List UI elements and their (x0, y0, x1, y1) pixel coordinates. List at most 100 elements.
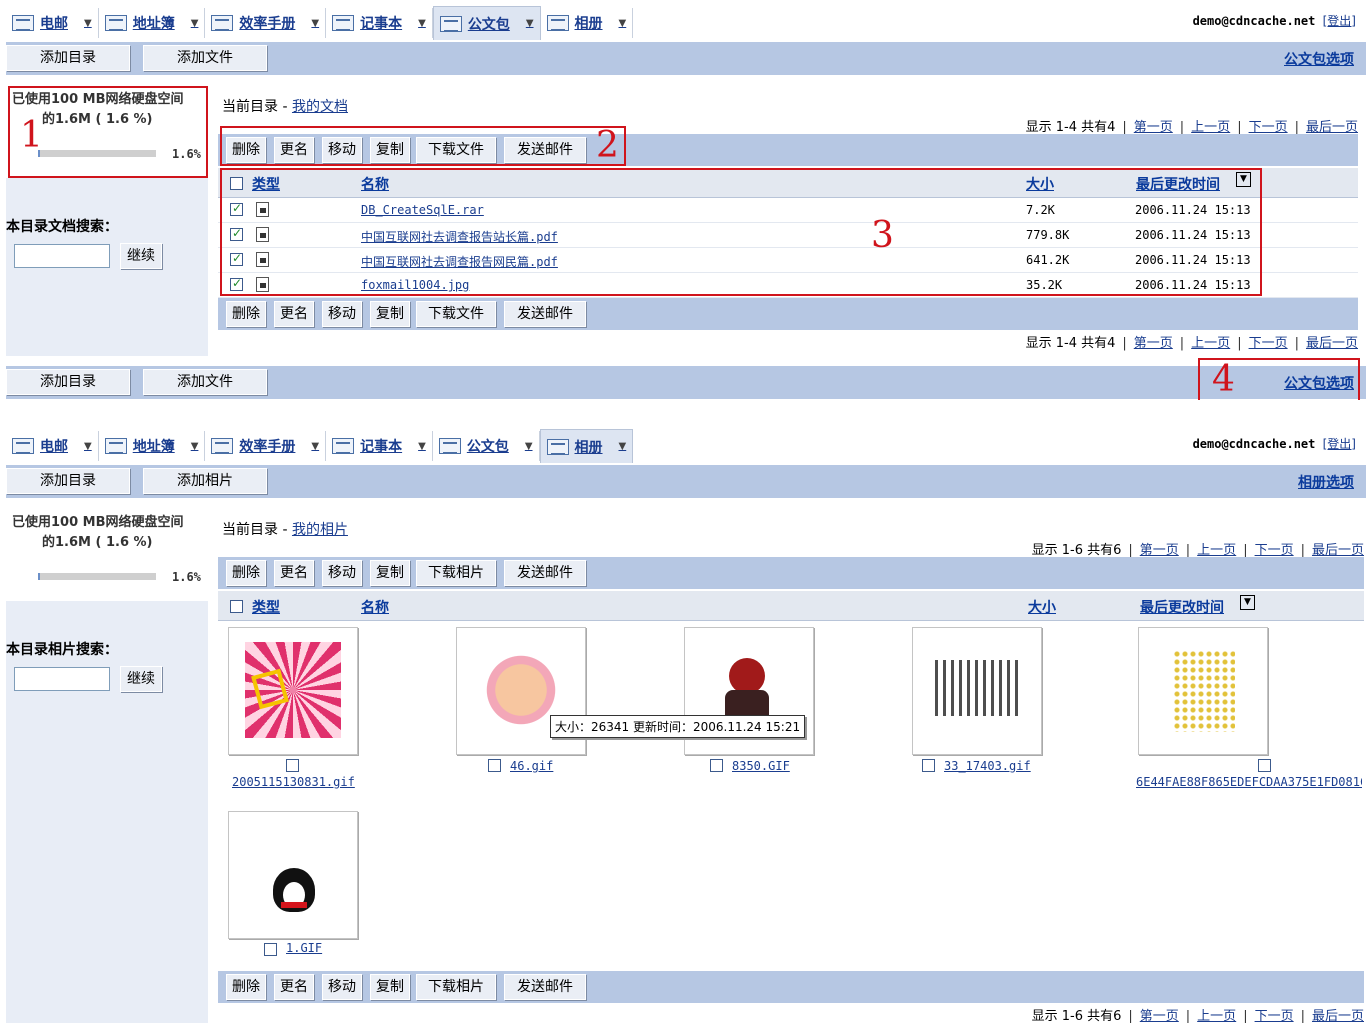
download-photo-button[interactable]: 下载相片 (416, 974, 496, 1000)
next-page-link[interactable]: 下一页 (1255, 543, 1294, 558)
search-input[interactable] (14, 244, 110, 268)
photo-name-link[interactable]: 33_17403.gif (944, 759, 1031, 773)
last-page-link[interactable]: 最后一页 (1312, 543, 1364, 558)
first-page-link[interactable]: 第一页 (1134, 120, 1173, 135)
tab-briefcase[interactable]: 公文包 ▼ (432, 6, 541, 40)
last-page-link[interactable]: 最后一页 (1306, 336, 1358, 351)
add-folder-button[interactable]: 添加目录 (6, 468, 130, 494)
add-folder-button[interactable]: 添加目录 (6, 45, 130, 71)
first-page-link[interactable]: 第一页 (1140, 543, 1179, 558)
search-go-button[interactable]: 继续 (120, 666, 162, 692)
photo-name-link[interactable]: 46.gif (510, 759, 553, 773)
prev-page-link[interactable]: 上一页 (1191, 120, 1230, 135)
search-go-button[interactable]: 继续 (120, 243, 162, 269)
photo-thumbnail[interactable] (228, 627, 358, 755)
chevron-down-icon[interactable]: ▼ (311, 18, 319, 29)
select-all-checkbox[interactable] (230, 600, 243, 613)
tab-address-book[interactable]: 地址簿 ▼ (99, 431, 206, 461)
photo-checkbox[interactable] (286, 759, 299, 772)
tab-address-book[interactable]: 地址簿 ▼ (99, 8, 206, 38)
tab-album[interactable]: 相册 ▼ (539, 429, 634, 463)
add-file-button[interactable]: 添加文件 (143, 45, 267, 71)
tab-mail[interactable]: 电邮 ▼ (6, 8, 99, 38)
chevron-down-icon[interactable]: ▼ (191, 18, 199, 29)
copy-button[interactable]: 复制 (370, 301, 410, 327)
add-file-button[interactable]: 添加文件 (143, 369, 267, 395)
delete-button[interactable]: 删除 (226, 301, 266, 327)
chevron-down-icon[interactable]: ▼ (84, 441, 92, 452)
photo-image (1173, 650, 1235, 732)
first-page-link[interactable]: 第一页 (1134, 336, 1173, 351)
next-page-link[interactable]: 下一页 (1255, 1009, 1294, 1023)
add-folder-button[interactable]: 添加目录 (6, 369, 130, 395)
photo-checkbox[interactable] (1258, 759, 1271, 772)
next-page-link[interactable]: 下一页 (1249, 336, 1288, 351)
tab-briefcase[interactable]: 公文包 ▼ (433, 431, 540, 461)
last-page-link[interactable]: 最后一页 (1306, 120, 1358, 135)
tab-planner[interactable]: 效率手册 ▼ (205, 431, 327, 461)
search-input[interactable] (14, 667, 110, 691)
add-photo-button[interactable]: 添加相片 (143, 468, 267, 494)
photo-toolbar-top: 删除 更名 移动 复制 下载相片 发送邮件 (218, 557, 1364, 589)
copy-button[interactable]: 复制 (370, 974, 410, 1000)
chevron-down-icon[interactable]: ▼ (619, 441, 627, 452)
chevron-down-icon[interactable]: ▼ (418, 441, 426, 452)
photo-thumbnail[interactable] (1138, 627, 1268, 755)
send-email-button[interactable]: 发送邮件 (504, 301, 586, 327)
tab-notepad[interactable]: 记事本 ▼ (326, 8, 433, 38)
chevron-down-icon[interactable]: ▼ (418, 18, 426, 29)
logout-link[interactable]: [登出] (1323, 437, 1356, 451)
photo-checkbox[interactable] (710, 759, 723, 772)
album-options-link[interactable]: 相册选项 (1298, 472, 1354, 492)
move-button[interactable]: 移动 (322, 301, 362, 327)
delete-button[interactable]: 删除 (226, 560, 266, 586)
photo-name-link[interactable]: 2005115130831.gif (232, 775, 355, 789)
photo-name-link[interactable]: 6E44FAE88F865EDEFCDAA375E1FD081C (1136, 775, 1362, 789)
prev-page-link[interactable]: 上一页 (1191, 336, 1230, 351)
prev-page-link[interactable]: 上一页 (1197, 1009, 1236, 1023)
photo-thumbnail[interactable] (228, 811, 358, 939)
prev-page-link[interactable]: 上一页 (1197, 543, 1236, 558)
rename-button[interactable]: 更名 (274, 301, 314, 327)
chevron-down-icon[interactable]: ▼ (191, 441, 199, 452)
logout-link[interactable]: [登出] (1323, 14, 1356, 28)
annotation-number-1: 1 (20, 115, 43, 156)
delete-button[interactable]: 删除 (226, 974, 266, 1000)
col-type[interactable]: 类型 (252, 597, 280, 617)
first-page-link[interactable]: 第一页 (1140, 1009, 1179, 1023)
rename-button[interactable]: 更名 (274, 560, 314, 586)
last-page-link[interactable]: 最后一页 (1312, 1009, 1364, 1023)
photo-checkbox[interactable] (922, 759, 935, 772)
photo-thumbnail[interactable] (912, 627, 1042, 755)
send-email-button[interactable]: 发送邮件 (504, 560, 586, 586)
move-button[interactable]: 移动 (322, 974, 362, 1000)
download-file-button[interactable]: 下载文件 (416, 301, 496, 327)
next-page-link[interactable]: 下一页 (1249, 120, 1288, 135)
move-button[interactable]: 移动 (322, 560, 362, 586)
photo-checkbox[interactable] (488, 759, 501, 772)
chevron-down-icon[interactable]: ▼ (619, 18, 627, 29)
current-directory-link[interactable]: 我的文档 (292, 99, 348, 115)
tab-notepad[interactable]: 记事本 ▼ (326, 431, 433, 461)
photo-checkbox[interactable] (264, 943, 277, 956)
chevron-down-icon[interactable]: ▼ (525, 441, 533, 452)
tab-planner[interactable]: 效率手册 ▼ (205, 8, 327, 38)
tab-album[interactable]: 相册 ▼ (541, 8, 634, 38)
rename-button[interactable]: 更名 (274, 974, 314, 1000)
album-icon (546, 15, 569, 31)
chevron-down-icon[interactable]: ▼ (311, 441, 319, 452)
send-email-button[interactable]: 发送邮件 (504, 974, 586, 1000)
col-mtime[interactable]: 最后更改时间 (1140, 597, 1224, 617)
sort-toggle-icon[interactable]: ▼ (1240, 595, 1255, 610)
briefcase-options-link[interactable]: 公文包选项 (1284, 49, 1354, 69)
photo-name-link[interactable]: 1.GIF (286, 941, 322, 955)
tab-mail[interactable]: 电邮 ▼ (6, 431, 99, 461)
photo-name-link[interactable]: 8350.GIF (732, 759, 790, 773)
col-name[interactable]: 名称 (361, 597, 389, 617)
download-photo-button[interactable]: 下载相片 (416, 560, 496, 586)
current-directory-link[interactable]: 我的相片 (292, 522, 348, 538)
copy-button[interactable]: 复制 (370, 560, 410, 586)
col-size[interactable]: 大小 (1028, 597, 1056, 617)
chevron-down-icon[interactable]: ▼ (84, 18, 92, 29)
chevron-down-icon[interactable]: ▼ (526, 18, 534, 29)
